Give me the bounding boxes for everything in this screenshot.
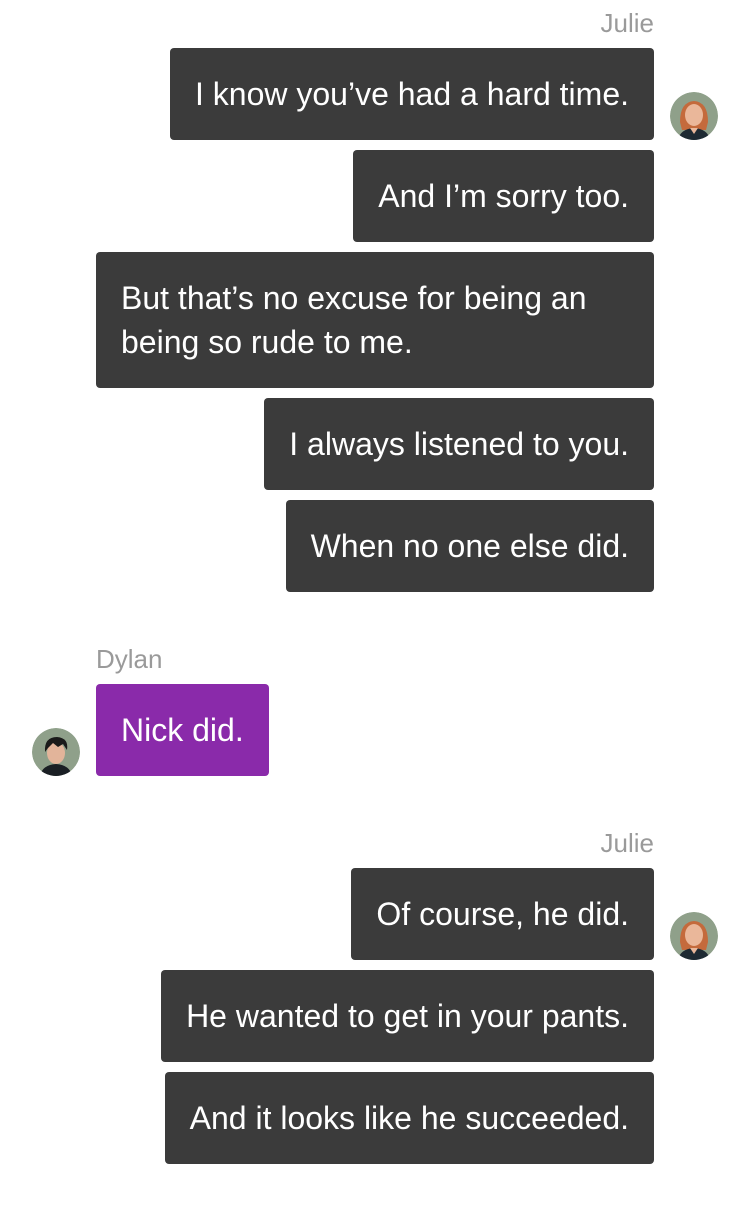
message-bubble[interactable]: He wanted to get in your pants. [161, 970, 654, 1062]
message-bubble[interactable]: Nick did. [96, 684, 269, 776]
message-bubble[interactable]: Of course, he did. [351, 868, 654, 960]
message-bubble[interactable]: I know you’ve had a hard time. [169, 48, 654, 140]
sender-name-julie: Julie [600, 828, 654, 858]
avatar-dylan-icon[interactable] [32, 728, 80, 776]
message-bubble[interactable]: But that’s no excuse for being an being … [96, 252, 654, 388]
message-bubble[interactable]: When no one else did. [285, 500, 654, 592]
sender-name-dylan: Dylan [96, 644, 163, 674]
avatar-julie-icon[interactable] [670, 92, 718, 140]
chat-thread[interactable]: Julie I know you’ve had a hard time. And… [0, 0, 750, 1206]
message-bubble[interactable]: And it looks like he succeeded. [164, 1072, 654, 1164]
message-bubble[interactable]: And I’m sorry too. [353, 150, 654, 242]
message-bubble[interactable]: I always listened to you. [264, 398, 654, 490]
sender-name-julie: Julie [600, 8, 654, 38]
avatar-julie-icon[interactable] [670, 912, 718, 960]
